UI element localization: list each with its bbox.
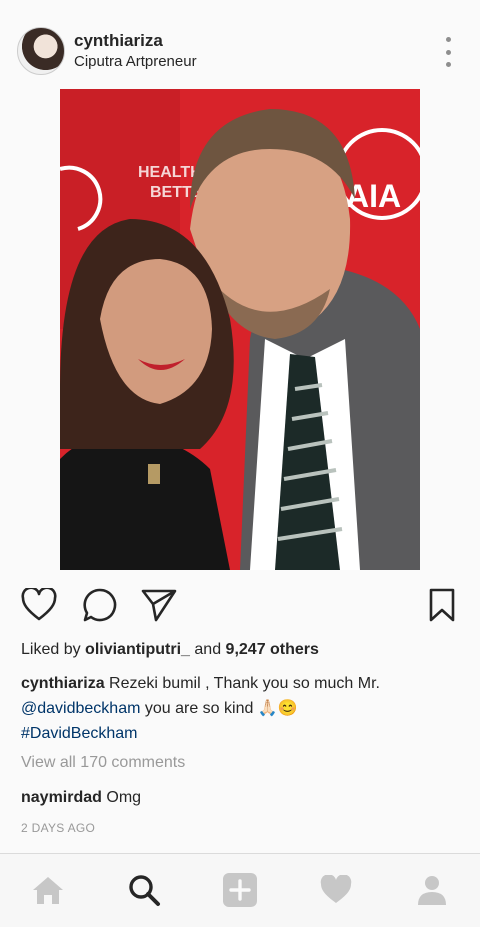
heart-icon[interactable] bbox=[318, 872, 354, 908]
post-actions bbox=[0, 585, 480, 625]
caption-hashtag[interactable]: #DavidBeckham bbox=[21, 725, 138, 742]
photo-illustration: HEALTHI BETTE AIA bbox=[60, 89, 420, 570]
likes-count[interactable]: 9,247 others bbox=[226, 641, 319, 658]
likes-line: Liked by oliviantiputri_ and 9,247 other… bbox=[21, 641, 319, 659]
post-caption: cynthiariza Rezeki bumil , Thank you so … bbox=[21, 671, 461, 746]
post-location[interactable]: Ciputra Artpreneur bbox=[74, 53, 197, 70]
comment-item: naymirdad Omg bbox=[21, 789, 141, 807]
comment-icon[interactable] bbox=[80, 585, 120, 625]
post-username[interactable]: cynthiariza bbox=[74, 31, 163, 51]
likes-prefix: Liked by bbox=[21, 641, 86, 658]
likes-and: and bbox=[189, 641, 226, 658]
post-timestamp: 2 DAYS AGO bbox=[21, 821, 96, 835]
caption-text-2: you are so kind 🙏🏻😊 bbox=[140, 700, 298, 717]
like-heart-icon[interactable] bbox=[19, 585, 59, 625]
profile-icon[interactable] bbox=[414, 872, 450, 908]
home-icon[interactable] bbox=[30, 872, 66, 908]
comment-username[interactable]: naymirdad bbox=[21, 789, 102, 806]
caption-username[interactable]: cynthiariza bbox=[21, 675, 105, 692]
post-header: cynthiariza Ciputra Artpreneur bbox=[0, 0, 480, 90]
search-icon[interactable] bbox=[126, 872, 162, 908]
post-photo-area: HEALTHI BETTE AIA bbox=[0, 89, 480, 570]
bookmark-icon[interactable] bbox=[422, 585, 462, 625]
bottom-tab-bar bbox=[0, 853, 480, 927]
dress-clasp bbox=[148, 464, 160, 484]
view-all-comments[interactable]: View all 170 comments bbox=[21, 754, 185, 772]
more-options-icon[interactable] bbox=[442, 37, 454, 67]
caption-mention[interactable]: @davidbeckham bbox=[21, 700, 140, 717]
avatar[interactable] bbox=[17, 27, 65, 75]
likes-user[interactable]: oliviantiputri_ bbox=[85, 641, 190, 658]
comment-text: Omg bbox=[101, 789, 142, 806]
add-icon[interactable] bbox=[222, 872, 258, 908]
share-icon[interactable] bbox=[139, 585, 179, 625]
post-photo[interactable]: HEALTHI BETTE AIA bbox=[60, 89, 420, 570]
caption-text-1: Rezeki bumil , Thank you so much Mr. bbox=[104, 675, 380, 692]
